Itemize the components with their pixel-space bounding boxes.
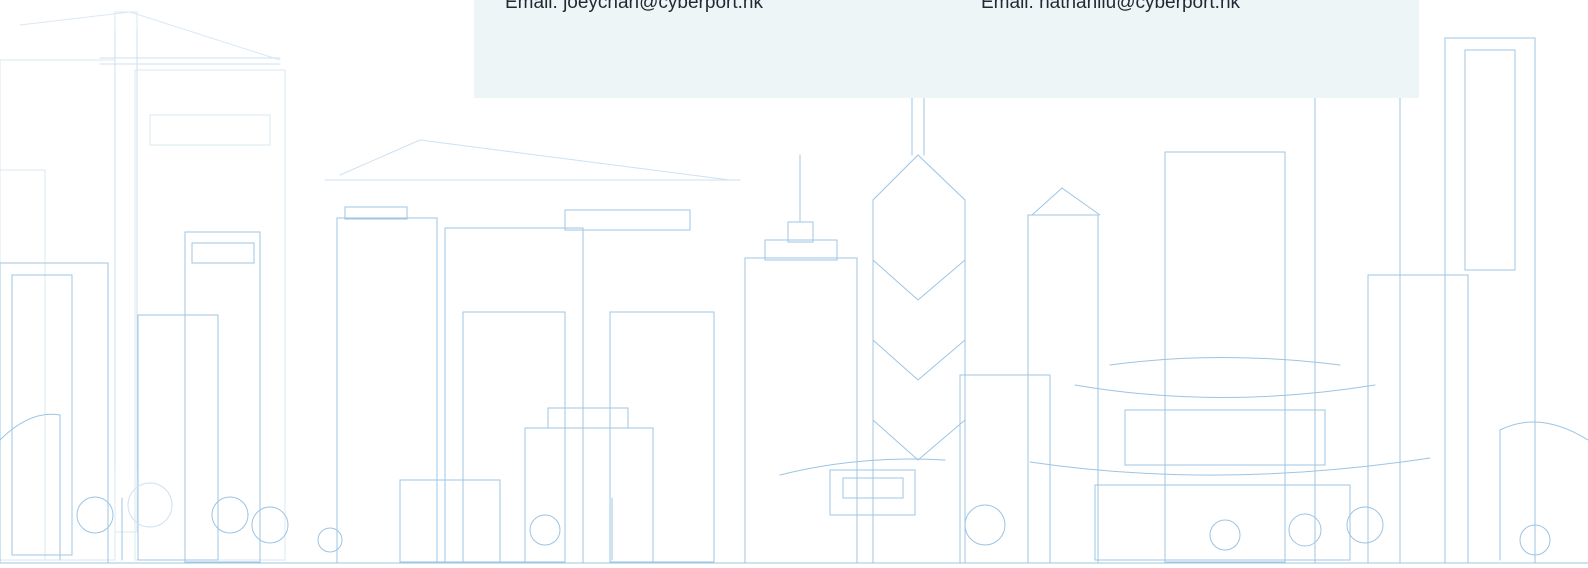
middle-left-buildings	[324, 139, 741, 564]
page: Email: joeychan@cyberport.hk Email: nath…	[0, 0, 1588, 568]
central-tower	[744, 154, 858, 564]
right-middle-buildings	[959, 94, 1401, 564]
tallest-tower	[1367, 37, 1536, 564]
background-towers-left	[0, 11, 286, 561]
left-crane	[99, 29, 281, 471]
trees	[76, 482, 1551, 561]
gateway	[779, 458, 946, 516]
contact-panel: Email: joeychan@cyberport.hk Email: nath…	[474, 0, 1419, 98]
contact-email-joey[interactable]: Email: joeychan@cyberport.hk	[505, 0, 763, 14]
contact-email-nathan[interactable]: Email: nathanliu@cyberport.hk	[981, 0, 1240, 14]
pagoda	[1029, 357, 1431, 561]
diamond-tower	[872, 97, 966, 564]
